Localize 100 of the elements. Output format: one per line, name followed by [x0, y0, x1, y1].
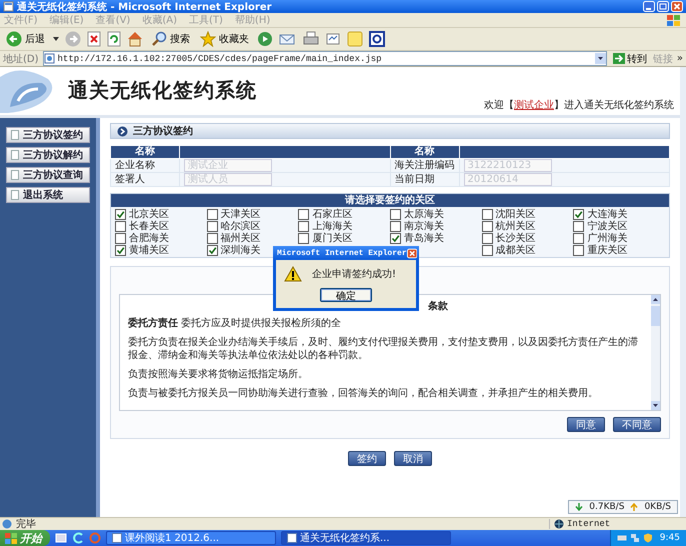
start-button[interactable]: 开始: [0, 530, 50, 546]
checkbox[interactable]: [390, 220, 401, 232]
checkbox-label: 长沙关区: [496, 232, 536, 244]
scroll-down-icon[interactable]: [651, 401, 660, 410]
checkbox[interactable]: [390, 208, 401, 220]
checkbox[interactable]: [115, 220, 126, 232]
keyboard-icon[interactable]: [616, 533, 627, 543]
checkbox[interactable]: [115, 232, 126, 244]
checkbox-label: 大连海关: [587, 208, 628, 220]
action-button[interactable]: 取消: [394, 451, 432, 466]
agreement-button[interactable]: 不同意: [613, 417, 661, 432]
dialog-message: 企业申请签约成功!: [312, 268, 396, 281]
address-field[interactable]: http://172.16.1.102:27005/CDES/cdes/pageFrame/main_index.jsp: [42, 51, 607, 66]
checkbox[interactable]: [206, 244, 218, 256]
favorites-button[interactable]: 收藏夹: [198, 29, 251, 49]
checkbox[interactable]: [482, 208, 493, 220]
checkbox[interactable]: [573, 208, 584, 220]
checkbox[interactable]: [115, 208, 126, 220]
checkbox-label: 天津关区: [220, 208, 261, 220]
checkbox-label: 广州海关: [587, 232, 628, 244]
checkbox[interactable]: [573, 244, 584, 256]
checkbox-label: 青岛海关: [404, 232, 444, 245]
checkbox[interactable]: [573, 220, 584, 232]
ok-button[interactable]: 确定: [320, 288, 372, 302]
scroll-thumb[interactable]: [651, 306, 660, 326]
checkbox-label: 太原海关: [404, 208, 444, 220]
search-button[interactable]: 搜索: [149, 29, 192, 49]
checkbox[interactable]: [390, 232, 401, 244]
checkbox-label: 沈阳关区: [496, 208, 536, 220]
welcome-text: 欢迎【测试企业】进入通关无纸化签约系统: [484, 98, 674, 112]
panel-title: 三方协议签约: [133, 124, 193, 138]
close-button[interactable]: [671, 1, 683, 12]
checkbox[interactable]: [115, 244, 126, 256]
sidebar-item[interactable]: 三方协议签约: [6, 127, 90, 143]
window-title: 通关无纸化签约系统 - Microsoft Internet Explorer: [17, 0, 273, 14]
checkbox[interactable]: [298, 208, 310, 220]
clock: 9:45: [660, 533, 680, 543]
checkbox[interactable]: [482, 220, 493, 232]
checkbox-label: 黄埔关区: [129, 244, 169, 257]
user-link[interactable]: 测试企业: [514, 100, 554, 111]
agreement-button[interactable]: 同意: [567, 417, 605, 432]
checkbox[interactable]: [298, 220, 310, 232]
checkbox-label: 长春关区: [129, 220, 169, 232]
search-icon: [151, 31, 167, 47]
checkbox-label: 成都关区: [496, 244, 536, 257]
checkbox[interactable]: [206, 232, 218, 244]
checkbox-label: 合肥海关: [129, 232, 169, 244]
zone-text: Internet: [567, 519, 610, 529]
action-button[interactable]: 签约: [348, 451, 386, 466]
column-header: 名称: [110, 146, 180, 158]
checkbox[interactable]: [573, 232, 584, 244]
dropdown-icon[interactable]: [594, 53, 606, 64]
more-chevron[interactable]: »: [676, 53, 683, 64]
checkbox[interactable]: [298, 232, 310, 244]
go-arrow-icon: [612, 53, 625, 64]
scroll-up-icon[interactable]: [651, 295, 660, 304]
column-header: 名称: [390, 146, 459, 158]
section-header: 请选择要签约的关区: [111, 194, 669, 207]
download-arrow-icon: [575, 503, 584, 511]
taskbar-button[interactable]: 通关无纸化签约系...: [281, 531, 451, 545]
taskbar-button[interactable]: 课外阅读1 2012.6...: [106, 531, 276, 545]
windows-logo-icon: [666, 14, 682, 26]
upload-speed: 0KB/S: [644, 502, 671, 512]
warning-icon: [284, 266, 302, 282]
browser-icon[interactable]: [72, 532, 84, 544]
maximize-button[interactable]: [657, 1, 669, 12]
globe-icon: [554, 519, 564, 529]
checkbox[interactable]: [482, 244, 493, 256]
media-icon[interactable]: [257, 31, 273, 47]
stop-icon[interactable]: [87, 31, 101, 47]
desktop-icon[interactable]: [55, 532, 67, 544]
field-label: 当前日期: [390, 172, 459, 186]
minimize-button[interactable]: [643, 1, 655, 12]
checkbox[interactable]: [482, 232, 493, 244]
star-icon: [200, 31, 216, 47]
home-icon[interactable]: [127, 31, 143, 47]
close-button[interactable]: [406, 248, 417, 258]
app-icon[interactable]: [369, 31, 385, 47]
sidebar-item[interactable]: 三方协议解约: [6, 147, 90, 163]
vertical-scrollbar[interactable]: [651, 295, 660, 410]
checkbox-label: 宁波关区: [587, 220, 628, 232]
checkbox[interactable]: [206, 220, 218, 232]
address-label: 地址(D): [3, 52, 39, 66]
site-title: 通关无纸化签约系统: [68, 77, 257, 104]
go-button[interactable]: 转到: [610, 52, 649, 66]
refresh-icon[interactable]: [107, 31, 121, 47]
caret-icon[interactable]: [53, 37, 59, 41]
sidebar-item[interactable]: 退出系统: [6, 187, 90, 203]
sidebar-item[interactable]: 三方协议查询: [6, 167, 90, 183]
checkbox-label: 重庆关区: [587, 244, 628, 257]
edit-icon[interactable]: [325, 31, 341, 47]
download-speed: 0.7KB/S: [589, 502, 624, 512]
checkbox-label: 北京关区: [129, 208, 169, 220]
checkbox[interactable]: [206, 208, 218, 220]
checkbox-label: 福州关区: [220, 232, 261, 244]
back-button[interactable]: 后退: [4, 29, 47, 49]
field-label: 签署人: [110, 172, 180, 186]
checkbox-label: 厦门关区: [312, 232, 352, 245]
printer-icon[interactable]: [303, 31, 319, 47]
upload-arrow-icon: [630, 503, 638, 511]
